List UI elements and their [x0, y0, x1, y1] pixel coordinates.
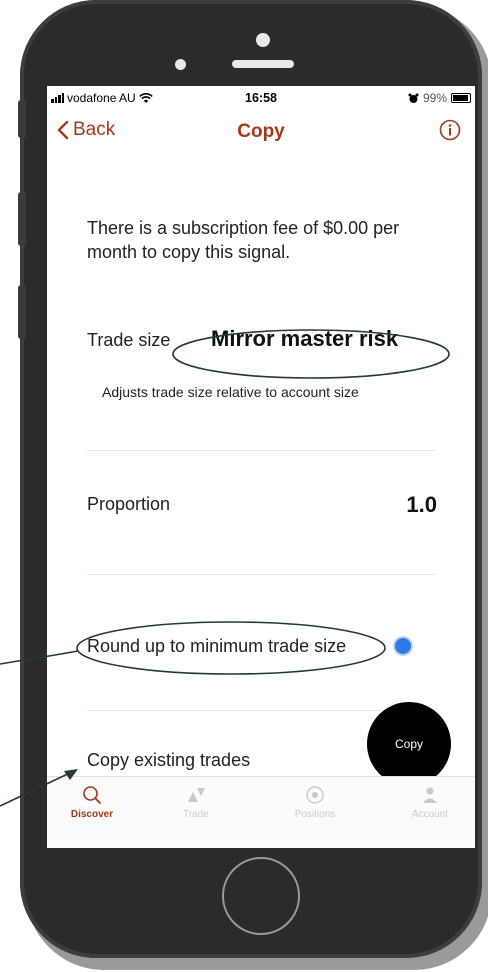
- tab-account[interactable]: Account: [385, 785, 475, 820]
- info-icon: [439, 119, 461, 141]
- tab-label: Trade: [183, 809, 209, 820]
- info-button[interactable]: [439, 119, 461, 146]
- mute-switch: [18, 100, 26, 138]
- front-camera: [256, 33, 270, 47]
- battery-percent: 99%: [422, 91, 447, 105]
- copy-button-label: Copy: [394, 737, 423, 751]
- trade-icon: [188, 788, 205, 802]
- home-button[interactable]: [222, 857, 300, 935]
- volume-down-button: [18, 285, 26, 339]
- battery-icon: [451, 93, 471, 103]
- tab-label: Account: [411, 809, 449, 820]
- tab-label: Discover: [70, 809, 114, 820]
- proportion-value[interactable]: 1.0: [406, 492, 437, 518]
- divider: [87, 450, 435, 451]
- navigation-bar: Back Copy: [47, 108, 475, 158]
- subscription-fee-text: There is a subscription fee of $0.00 per…: [87, 218, 400, 262]
- proximity-sensor: [175, 59, 186, 70]
- trade-size-label: Trade size: [87, 330, 171, 350]
- divider: [87, 574, 435, 575]
- tab-label: Positions: [294, 809, 336, 820]
- phone-screen: vodafone AU 16:58 99% Back Copy There is…: [47, 86, 475, 848]
- tab-trade[interactable]: Trade: [151, 785, 241, 820]
- alarm-icon: [408, 93, 419, 103]
- copy-button[interactable]: Copy: [367, 702, 451, 786]
- earpiece-speaker: [232, 60, 294, 68]
- tab-discover[interactable]: Discover: [47, 785, 137, 820]
- tab-positions[interactable]: Positions: [270, 785, 360, 820]
- copy-settings: There is a subscription fee of $0.00 per…: [47, 158, 475, 786]
- page-title: Copy: [237, 121, 285, 142]
- positions-icon: [306, 786, 324, 804]
- trade-size-value[interactable]: Mirror master risk: [211, 326, 398, 352]
- round-up-label: Round up to minimum trade size: [87, 636, 347, 656]
- volume-up-button: [18, 192, 26, 246]
- account-icon: [423, 787, 437, 803]
- status-bar: vodafone AU 16:58 99%: [47, 86, 475, 108]
- trade-size-description: Adjusts trade size relative to account s…: [102, 384, 359, 400]
- search-icon: [83, 786, 101, 804]
- proportion-label: Proportion: [87, 494, 171, 514]
- round-up-toggle[interactable]: [395, 638, 411, 654]
- tab-bar: Discover Trade Positions Account: [47, 776, 475, 848]
- copy-existing-label: Copy existing trades: [87, 750, 251, 770]
